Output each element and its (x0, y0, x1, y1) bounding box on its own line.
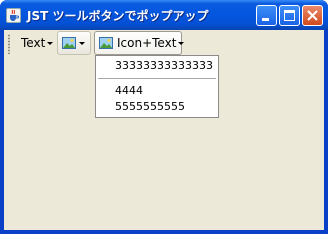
icon-text-button-label: Icon+Text (117, 36, 177, 50)
dropdown-arrow-icon (178, 41, 185, 45)
java-cup-icon[interactable] (6, 8, 21, 23)
popup-menu-item[interactable]: 33333333333333 (96, 58, 218, 74)
popup-menu-item[interactable]: 4444 (96, 83, 218, 99)
close-button[interactable] (302, 5, 323, 26)
popup-menu: 33333333333333 4444 5555555555 (95, 55, 219, 118)
toolbar: Text Icon+Text (4, 30, 324, 58)
toolbar-grip[interactable] (8, 34, 10, 54)
picture-icon (61, 35, 77, 51)
minimize-button[interactable] (256, 5, 277, 26)
content-pane: Text Icon+Text 33333333333333 4444 55555… (4, 30, 324, 230)
maximize-button[interactable] (279, 5, 300, 26)
dropdown-arrow-icon (47, 41, 54, 45)
picture-icon (98, 35, 114, 51)
dropdown-arrow-icon (79, 41, 85, 45)
popup-menu-item[interactable]: 5555555555 (96, 99, 218, 115)
icon-text-popup-button[interactable]: Icon+Text (94, 31, 185, 55)
window-title: JST ツールボタンでポップアップ (27, 9, 209, 23)
title-bar[interactable]: JST ツールボタンでポップアップ (0, 0, 328, 30)
icon-popup-button[interactable] (57, 31, 91, 55)
text-button-label: Text (21, 36, 46, 50)
text-popup-button[interactable]: Text (18, 31, 54, 55)
app-window: JST ツールボタンでポップアップ Text Icon+Text 3333333… (0, 0, 328, 234)
popup-separator (98, 78, 216, 79)
